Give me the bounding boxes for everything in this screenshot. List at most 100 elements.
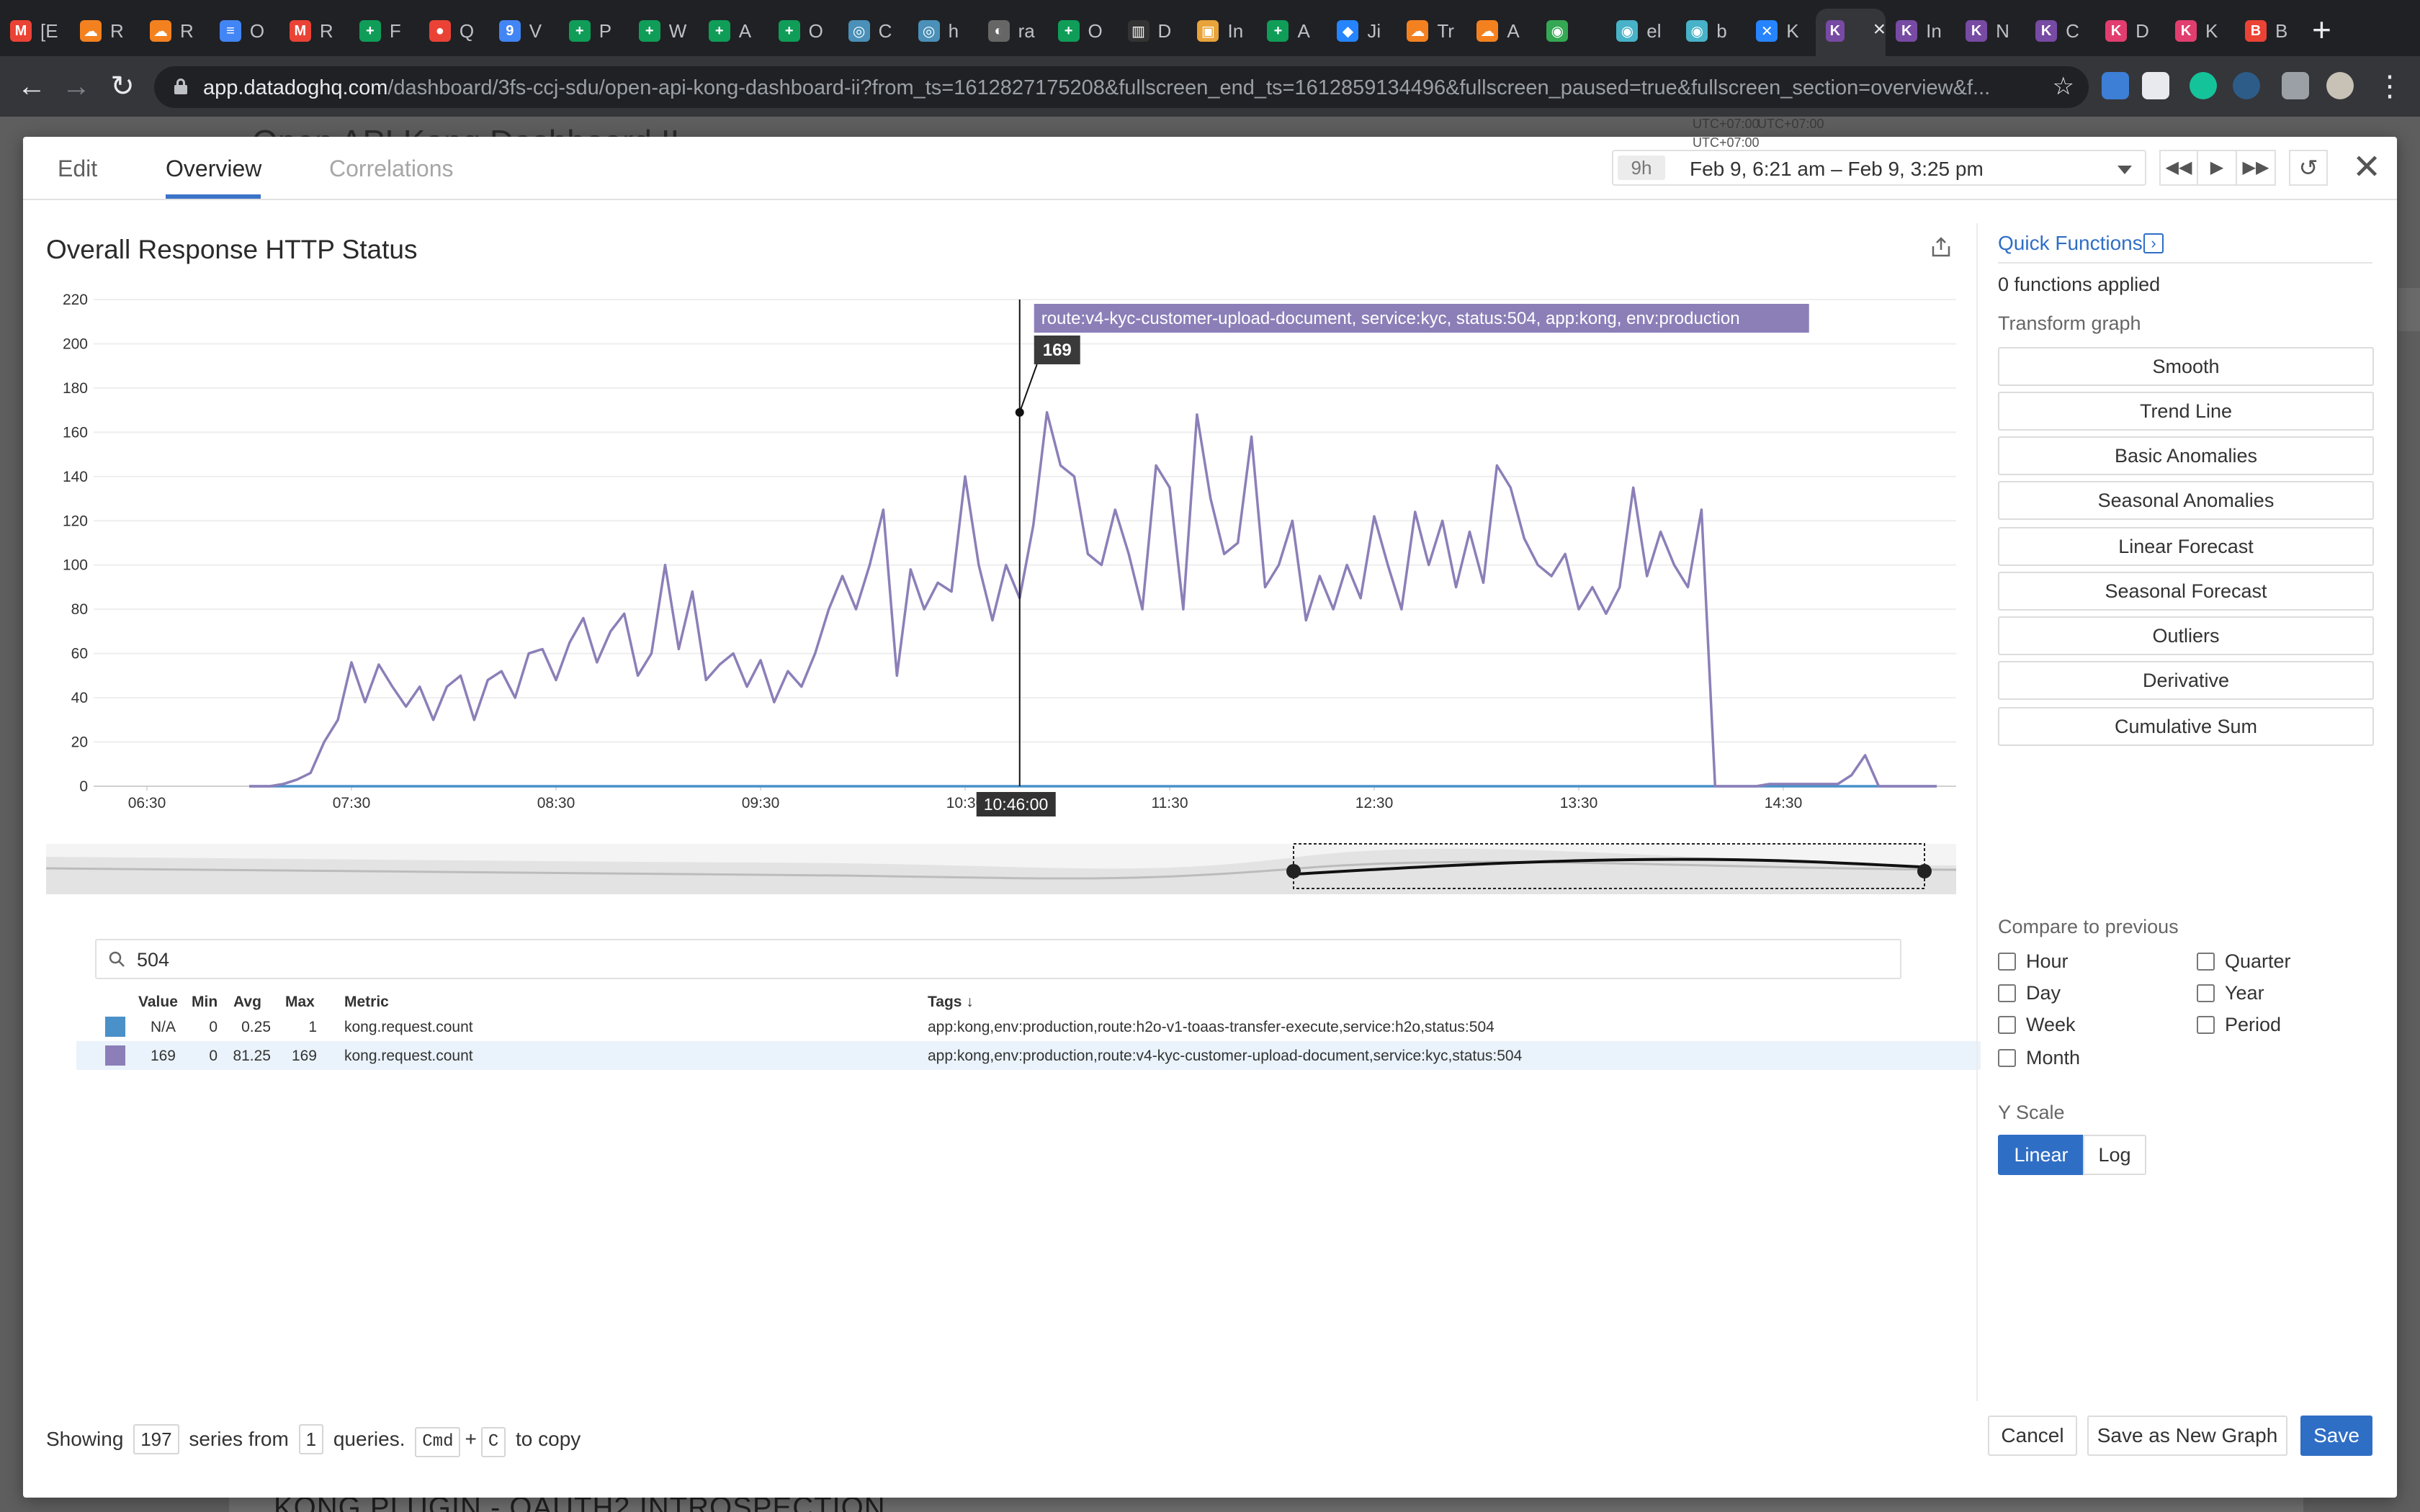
- browser-tab[interactable]: ◉ b: [1676, 9, 1746, 62]
- browser-tab[interactable]: ▣ In: [1187, 9, 1257, 62]
- cumulative-sum-button[interactable]: Cumulative Sum: [1998, 707, 2374, 746]
- legend-header-metric[interactable]: Metric: [344, 994, 389, 1011]
- reset-time-icon[interactable]: ↺: [2289, 150, 2328, 186]
- legend-header-max[interactable]: Max: [285, 994, 315, 1011]
- qr-extension-icon[interactable]: [2142, 72, 2169, 99]
- export-icon[interactable]: [1929, 235, 1953, 259]
- browser-tab[interactable]: ☁ R: [70, 9, 140, 62]
- profile-avatar[interactable]: [2326, 72, 2354, 99]
- browser-tab[interactable]: ✕ K: [1746, 9, 1816, 62]
- browser-tab[interactable]: + W: [629, 9, 699, 62]
- tab-correlations[interactable]: Correlations: [329, 156, 454, 182]
- browser-tab[interactable]: ◆ Ji: [1327, 9, 1397, 62]
- browser-tab[interactable]: + A: [699, 9, 768, 62]
- fast-forward-icon[interactable]: ▶▶: [2237, 150, 2276, 186]
- browser-tab[interactable]: BB: [2235, 9, 2305, 62]
- browser-tab[interactable]: ◎ h: [908, 9, 978, 62]
- y-scale-linear-button[interactable]: Linear: [1998, 1135, 2084, 1175]
- address-bar[interactable]: app.datadoghq.com/dashboard/3fs-ccj-sdu/…: [154, 66, 2089, 108]
- series-line[interactable]: [249, 410, 1937, 788]
- checkbox[interactable]: [1998, 953, 2016, 971]
- seasonal-forecast-button[interactable]: Seasonal Forecast: [1998, 572, 2374, 611]
- browser-tab[interactable]: ▥ D: [1118, 9, 1188, 62]
- play-icon[interactable]: ▶: [2198, 150, 2237, 186]
- search-input[interactable]: [137, 948, 1865, 972]
- new-tab-button[interactable]: +: [2312, 13, 2331, 46]
- legend-row[interactable]: N/A 0 0.25 1 kong.request.count app:kong…: [76, 1012, 1981, 1041]
- extension-swirl-icon[interactable]: [2233, 72, 2260, 99]
- derivative-button[interactable]: Derivative: [1998, 661, 2374, 700]
- browser-tab[interactable]: ◉: [1536, 9, 1606, 62]
- checkbox[interactable]: [1998, 1049, 2016, 1067]
- tab-edit[interactable]: Edit: [58, 156, 97, 182]
- browser-tab[interactable]: KD: [2095, 9, 2165, 62]
- compare-week-checkbox[interactable]: Week: [1998, 1014, 2076, 1036]
- trend-line-button[interactable]: Trend Line: [1998, 392, 2374, 431]
- checkbox[interactable]: [2197, 953, 2215, 971]
- browser-tab[interactable]: KK: [2165, 9, 2235, 62]
- range-handle-right[interactable]: [1917, 864, 1932, 878]
- compare-year-checkbox[interactable]: Year: [2197, 982, 2264, 1004]
- seasonal-anomalies-button[interactable]: Seasonal Anomalies: [1998, 481, 2374, 520]
- browser-tab[interactable]: ● Q: [419, 9, 489, 62]
- puzzle-extensions-icon[interactable]: [2282, 72, 2309, 99]
- browser-tab[interactable]: + P: [559, 9, 629, 62]
- close-tab-icon[interactable]: ×: [1873, 19, 1886, 40]
- basic-anomalies-button[interactable]: Basic Anomalies: [1998, 436, 2374, 475]
- browser-menu-icon[interactable]: ⋮: [2372, 69, 2407, 104]
- browser-tab[interactable]: ◎ C: [838, 9, 908, 62]
- timeseries-chart[interactable]: 0 20 40 60 80 100 120 140 160 180 200 220 06:30 07:3…: [46, 281, 1984, 929]
- bookmark-star-icon[interactable]: ☆: [2053, 72, 2074, 101]
- tab-overview[interactable]: Overview: [166, 156, 261, 182]
- y-scale-log-button[interactable]: Log: [2083, 1135, 2146, 1175]
- browser-tab[interactable]: MR: [279, 9, 349, 62]
- browser-tab[interactable]: ◉ el: [1606, 9, 1676, 62]
- browser-tab[interactable]: + A: [1257, 9, 1327, 62]
- browser-tab[interactable]: ☁ R: [140, 9, 210, 62]
- legend-search[interactable]: [95, 939, 1901, 979]
- checkbox[interactable]: [1998, 1016, 2016, 1034]
- browser-tab[interactable]: + F: [349, 9, 419, 62]
- browser-tab[interactable]: KC: [2025, 9, 2095, 62]
- quick-functions-link[interactable]: Quick Functions: [1998, 232, 2143, 255]
- outliers-button[interactable]: Outliers: [1998, 616, 2374, 655]
- compare-period-checkbox[interactable]: Period: [2197, 1014, 2281, 1036]
- linear-forecast-button[interactable]: Linear Forecast: [1998, 527, 2374, 566]
- browser-tab[interactable]: 9V: [489, 9, 559, 62]
- expand-panel-icon[interactable]: ›: [2143, 233, 2164, 253]
- compare-hour-checkbox[interactable]: Hour: [1998, 950, 2069, 973]
- compare-day-checkbox[interactable]: Day: [1998, 982, 2061, 1004]
- forward-arrow-icon[interactable]: →: [59, 69, 94, 104]
- checkbox[interactable]: [2197, 1016, 2215, 1034]
- browser-tab[interactable]: + O: [1048, 9, 1118, 62]
- url-text[interactable]: app.datadoghq.com/dashboard/3fs-ccj-sdu/…: [203, 76, 2004, 100]
- rewind-icon[interactable]: ◀◀: [2159, 150, 2198, 186]
- browser-tab[interactable]: M [E: [0, 9, 70, 62]
- range-selector[interactable]: [46, 843, 1957, 894]
- browser-tab[interactable]: ≡ O: [210, 9, 279, 62]
- compare-month-checkbox[interactable]: Month: [1998, 1047, 2080, 1069]
- browser-tab[interactable]: K ×: [1816, 9, 1886, 62]
- smooth-button[interactable]: Smooth: [1998, 347, 2374, 386]
- save-as-new-graph-button[interactable]: Save as New Graph: [2087, 1416, 2287, 1456]
- chevron-down-icon[interactable]: [2118, 166, 2132, 174]
- legend-header-tags[interactable]: Tags ↓: [928, 994, 974, 1011]
- extension-icon[interactable]: [2102, 72, 2129, 99]
- grammarly-icon[interactable]: [2190, 72, 2217, 99]
- checkbox[interactable]: [2197, 984, 2215, 1002]
- checkbox[interactable]: [1998, 984, 2016, 1002]
- back-arrow-icon[interactable]: ←: [14, 69, 49, 104]
- legend-header-min[interactable]: Min: [192, 994, 218, 1011]
- time-range-selector[interactable]: 9h Feb 9, 6:21 am – Feb 9, 3:25 pm: [1612, 150, 2146, 186]
- close-icon[interactable]: ✕: [2352, 150, 2381, 186]
- legend-row[interactable]: 169 0 81.25 169 kong.request.count app:k…: [76, 1041, 1981, 1070]
- cancel-button[interactable]: Cancel: [1988, 1416, 2077, 1456]
- reload-icon[interactable]: ↻: [105, 69, 140, 104]
- browser-tab[interactable]: ◐ ra: [978, 9, 1048, 62]
- save-button[interactable]: Save: [2300, 1416, 2372, 1456]
- compare-quarter-checkbox[interactable]: Quarter: [2197, 950, 2291, 973]
- browser-tab[interactable]: + O: [768, 9, 838, 62]
- range-handle-left[interactable]: [1286, 864, 1301, 878]
- browser-tab[interactable]: ☁ Tr: [1397, 9, 1466, 62]
- browser-tab[interactable]: K In: [1886, 9, 1955, 62]
